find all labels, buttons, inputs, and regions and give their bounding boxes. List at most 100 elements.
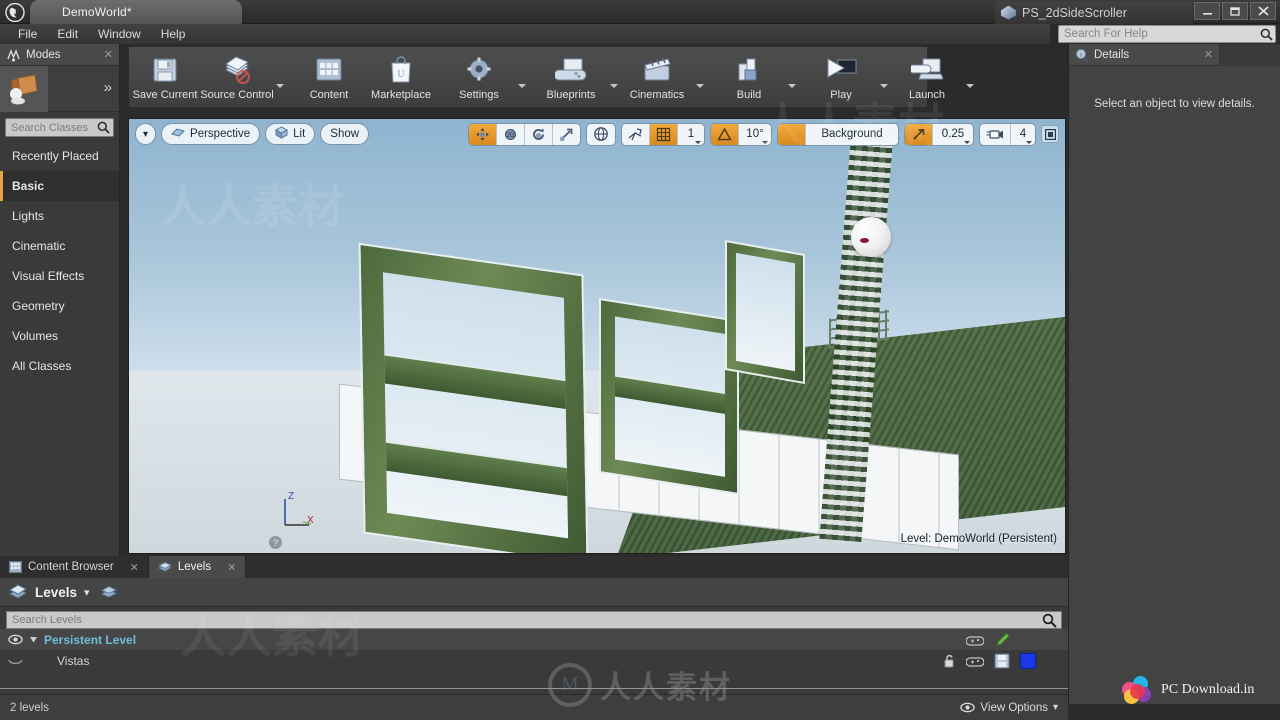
camera-speed-value-label: 4 xyxy=(1019,128,1027,140)
details-info-icon: i xyxy=(1075,48,1089,62)
scale-snap-toggle[interactable] xyxy=(905,123,933,145)
details-body: Select an object to view details. xyxy=(1069,66,1280,704)
play-dropdown[interactable] xyxy=(877,47,891,107)
sidebar-item-lights[interactable]: Lights xyxy=(0,201,119,231)
view-options-button[interactable]: View Options ▾ xyxy=(960,702,1058,714)
sidebar-item-label: Cinematic xyxy=(12,239,66,253)
grid-snap-toggle[interactable] xyxy=(650,123,678,145)
logo-dot-red xyxy=(1130,684,1145,699)
settings-dropdown[interactable] xyxy=(515,47,529,107)
gamepad-icon[interactable] xyxy=(966,634,984,646)
view-mode-button[interactable]: Perspective xyxy=(161,123,261,145)
toolbar-group-play: Play Launch xyxy=(805,47,977,107)
sidebar-item-geometry[interactable]: Geometry xyxy=(0,291,119,321)
search-levels-input[interactable]: Search Levels xyxy=(6,611,1062,629)
cinematics-button[interactable]: Cinematics xyxy=(621,47,693,107)
angle-snap-toggle[interactable] xyxy=(711,123,739,145)
project-tab[interactable]: PS_2dSideScroller xyxy=(995,1,1193,24)
blueprints-label: Blueprints xyxy=(546,89,596,101)
search-classes-input[interactable]: Search Classes xyxy=(5,118,114,137)
settings-button[interactable]: Settings xyxy=(443,47,515,107)
close-button[interactable] xyxy=(1250,2,1276,20)
menu-item-edit[interactable]: Edit xyxy=(47,25,88,43)
blueprints-button[interactable]: Blueprints xyxy=(535,47,607,107)
viewport-help-icon[interactable]: ? xyxy=(269,536,282,549)
world-globe-icon[interactable] xyxy=(587,124,615,145)
tab-content-browser[interactable]: Content Browser ✕ xyxy=(0,556,149,578)
minimize-button[interactable] xyxy=(1194,2,1220,20)
sidebar-item-cinematic[interactable]: Cinematic xyxy=(0,231,119,261)
scale-tool-button[interactable] xyxy=(553,124,580,145)
levels-small-icon[interactable] xyxy=(100,585,117,599)
select-move-tool-button[interactable] xyxy=(469,123,497,145)
cinematics-dropdown[interactable] xyxy=(693,47,707,107)
modes-tab[interactable]: Modes ✕ xyxy=(0,44,119,66)
launch-button[interactable]: Launch xyxy=(891,47,963,107)
levels-header-caret-icon[interactable]: ▾ xyxy=(84,586,90,599)
launch-dropdown[interactable] xyxy=(963,47,977,107)
details-tab-close-icon[interactable]: ✕ xyxy=(1204,48,1213,61)
camera-speed-icon[interactable] xyxy=(980,123,1011,145)
double-chevron-right-icon[interactable]: » xyxy=(104,79,112,96)
viewport-toolbar-right: 2D 1 10° Background 0.25 4 xyxy=(468,122,1059,146)
color-swatch[interactable] xyxy=(1020,652,1036,669)
eye-open-icon[interactable] xyxy=(8,634,23,645)
source-control-button[interactable]: Source Control xyxy=(200,47,274,107)
grid-snap-value[interactable]: 1 xyxy=(678,124,704,145)
sidebar-item-recently-placed[interactable]: Recently Placed xyxy=(0,141,119,171)
eye-closed-icon[interactable] xyxy=(8,655,23,666)
table-row-persistent-level[interactable]: Persistent Level xyxy=(0,629,1068,650)
surface-snapping-icon[interactable] xyxy=(622,123,650,145)
viewport-level-label: Level: DemoWorld (Persistent) xyxy=(900,533,1057,545)
triangle-down-icon[interactable] xyxy=(29,635,38,644)
level-viewport[interactable]: ▾ Perspective Lit Show 2D 1 10° Backgrou… xyxy=(128,118,1066,554)
gamepad-icon[interactable] xyxy=(966,655,984,667)
place-mode-cube-icon[interactable] xyxy=(0,65,48,112)
viewport-options-menu[interactable]: ▾ xyxy=(135,123,157,145)
tab-levels[interactable]: Levels ✕ xyxy=(148,556,247,578)
details-tab[interactable]: i Details ✕ xyxy=(1069,44,1219,66)
play-button[interactable]: Play xyxy=(805,47,877,107)
source-control-dropdown[interactable] xyxy=(273,47,287,107)
menu-item-window[interactable]: Window xyxy=(88,25,151,43)
source-control-label: Source Control xyxy=(200,89,274,101)
save-icon[interactable] xyxy=(994,653,1010,669)
rotate-tool-button[interactable] xyxy=(525,123,553,145)
sidebar-item-all-classes[interactable]: All Classes xyxy=(0,351,119,381)
scale-snap-value[interactable]: 0.25 xyxy=(933,124,973,145)
angle-snap-value[interactable]: 10° xyxy=(739,124,771,145)
background-label-cell[interactable]: Background xyxy=(806,124,898,145)
sidebar-item-basic[interactable]: Basic xyxy=(0,171,119,201)
viewport-layout-icon[interactable] xyxy=(1041,125,1059,143)
lighting-mode-button[interactable]: Lit xyxy=(265,123,316,145)
menu-item-help[interactable]: Help xyxy=(151,25,196,43)
table-row-vistas[interactable]: Vistas xyxy=(0,650,1068,671)
marketplace-button[interactable]: U Marketplace xyxy=(365,47,437,107)
scene-ball-actor[interactable] xyxy=(851,217,891,257)
build-dropdown[interactable] xyxy=(785,47,799,107)
content-button[interactable]: Content xyxy=(293,47,365,107)
camera-speed-value[interactable]: 4 xyxy=(1011,124,1035,145)
blueprints-dropdown[interactable] xyxy=(607,47,621,107)
tab-levels-close-icon[interactable]: ✕ xyxy=(227,561,236,574)
tab-content-browser-close-icon[interactable]: ✕ xyxy=(130,561,139,574)
background-toggle-icon[interactable] xyxy=(778,123,806,145)
details-empty-message: Select an object to view details. xyxy=(1094,98,1255,110)
help-search-field[interactable]: Search For Help xyxy=(1058,25,1276,43)
lock-open-icon[interactable] xyxy=(942,653,956,669)
show-menu-button[interactable]: Show xyxy=(320,123,370,145)
save-current-button[interactable]: Save Current xyxy=(129,47,201,107)
menu-item-file[interactable]: File xyxy=(8,25,47,43)
build-button[interactable]: Build xyxy=(713,47,785,107)
document-tab-demoworld[interactable]: DemoWorld* xyxy=(30,0,242,24)
sidebar-item-visual-effects[interactable]: Visual Effects xyxy=(0,261,119,291)
rotate-2d-tool-button[interactable]: 2D xyxy=(497,123,525,145)
modes-tab-close-icon[interactable]: ✕ xyxy=(104,48,113,61)
project-icon xyxy=(1001,5,1016,20)
level-name-vistas: Vistas xyxy=(57,653,90,668)
sidebar-item-volumes[interactable]: Volumes xyxy=(0,321,119,351)
restore-button[interactable] xyxy=(1222,2,1248,20)
pencil-icon[interactable] xyxy=(994,632,1011,648)
modes-icon xyxy=(6,48,21,62)
scale-snap-group: 0.25 xyxy=(904,122,974,146)
